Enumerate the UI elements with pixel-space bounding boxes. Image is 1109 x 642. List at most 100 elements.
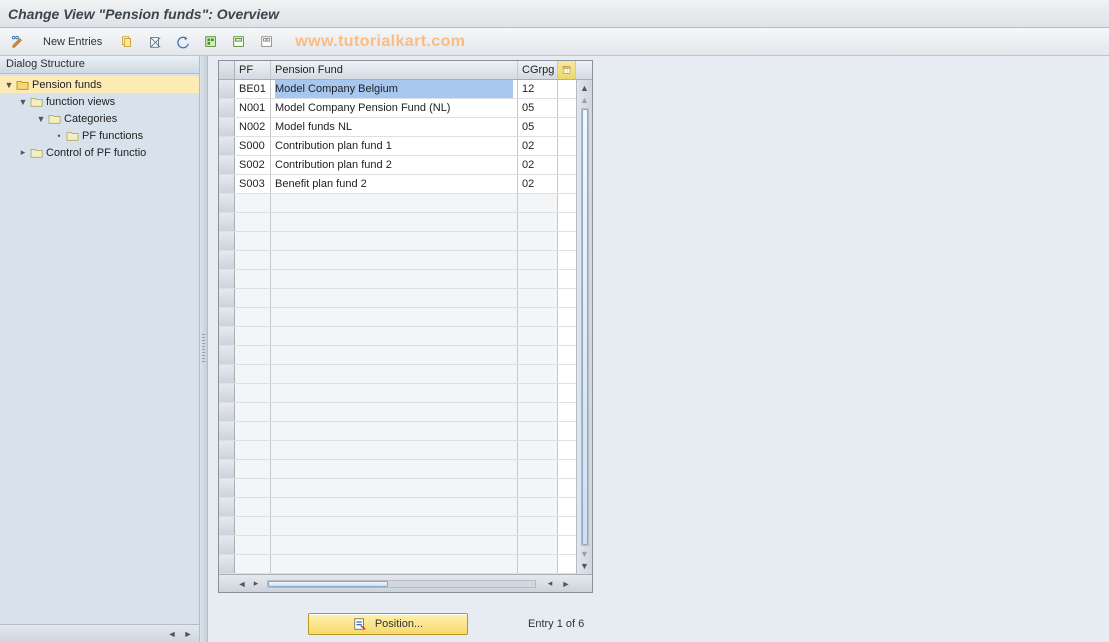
hscroll-track[interactable] [267,580,536,588]
cell-pension-fund[interactable] [271,479,518,497]
cell-cgrpg[interactable] [518,175,558,193]
cell-pension-fund[interactable] [271,422,518,440]
expand-icon[interactable]: ▸ [18,147,28,158]
cell-pension-fund[interactable] [271,289,518,307]
tree-scroll-left-button[interactable]: ◄ [165,627,179,641]
cell-pf[interactable] [235,137,271,155]
cell-cgrpg[interactable] [518,555,558,573]
col-right-button[interactable]: ◂ [543,577,557,591]
cell-pension-fund[interactable] [271,213,518,231]
pf-input[interactable] [239,156,266,174]
row-selector[interactable] [219,327,235,345]
cell-pension-fund[interactable] [271,346,518,364]
row-selector[interactable] [219,479,235,497]
scroll-up-button[interactable]: ▲ [579,82,591,94]
row-selector[interactable] [219,251,235,269]
row-selector[interactable] [219,365,235,383]
cell-pf[interactable] [235,289,271,307]
pf-input[interactable] [239,99,266,117]
cell-cgrpg[interactable] [518,346,558,364]
cell-cgrpg[interactable] [518,232,558,250]
position-button[interactable]: Position... [308,613,468,635]
cell-pension-fund[interactable] [271,251,518,269]
cell-pension-fund[interactable] [271,308,518,326]
grid-vscroll[interactable]: ▲ ▲ ▼ ▼ [576,80,592,574]
cell-pension-fund[interactable] [271,175,518,193]
row-selector[interactable] [219,536,235,554]
undo-button[interactable] [171,32,195,52]
cell-cgrpg[interactable] [518,137,558,155]
cell-pf[interactable] [235,175,271,193]
row-selector[interactable] [219,441,235,459]
cell-pension-fund[interactable] [271,365,518,383]
row-selector[interactable] [219,80,235,98]
pension-fund-input[interactable] [275,175,513,193]
row-selector[interactable] [219,156,235,174]
cell-pf[interactable] [235,194,271,212]
cell-pension-fund[interactable] [271,156,518,174]
cell-cgrpg[interactable] [518,213,558,231]
cell-pf[interactable] [235,327,271,345]
col-left-button[interactable]: ▸ [249,577,263,591]
page-up-button[interactable]: ▲ [579,94,591,106]
cell-pension-fund[interactable] [271,555,518,573]
pension-fund-input[interactable] [275,99,513,117]
cell-pension-fund[interactable] [271,441,518,459]
pension-fund-input[interactable] [275,118,513,136]
cell-pension-fund[interactable] [271,99,518,117]
vscroll-thumb[interactable] [582,109,588,545]
cell-cgrpg[interactable] [518,365,558,383]
cell-pf[interactable] [235,536,271,554]
cgrpg-input[interactable] [522,99,553,117]
cell-pension-fund[interactable] [271,194,518,212]
cell-pension-fund[interactable] [271,517,518,535]
cell-pf[interactable] [235,460,271,478]
cell-cgrpg[interactable] [518,289,558,307]
scroll-right-button[interactable]: ► [559,577,573,591]
splitter-handle[interactable] [200,56,208,642]
cell-cgrpg[interactable] [518,156,558,174]
cgrpg-input[interactable] [522,80,553,98]
row-selector[interactable] [219,346,235,364]
cell-pension-fund[interactable] [271,460,518,478]
cell-cgrpg[interactable] [518,498,558,516]
tree-item[interactable]: ▼function views [0,93,199,110]
row-selector[interactable] [219,555,235,573]
cell-pf[interactable] [235,80,271,98]
cell-pf[interactable] [235,99,271,117]
cell-pf[interactable] [235,232,271,250]
cell-cgrpg[interactable] [518,99,558,117]
copy-as-button[interactable] [115,32,139,52]
collapse-icon[interactable]: ▼ [4,80,14,90]
cgrpg-input[interactable] [522,118,553,136]
grid-col-cgrpg[interactable]: CGrpg [518,61,558,79]
tree-item[interactable]: ▼Categories [0,110,199,127]
row-selector[interactable] [219,194,235,212]
cell-pf[interactable] [235,384,271,402]
cell-pension-fund[interactable] [271,327,518,345]
cell-pension-fund[interactable] [271,384,518,402]
cell-pf[interactable] [235,251,271,269]
select-all-button[interactable] [199,32,223,52]
cell-pension-fund[interactable] [271,232,518,250]
row-selector[interactable] [219,308,235,326]
pf-input[interactable] [239,80,266,98]
cell-cgrpg[interactable] [518,80,558,98]
cell-pension-fund[interactable] [271,498,518,516]
cell-cgrpg[interactable] [518,308,558,326]
row-selector[interactable] [219,175,235,193]
row-selector[interactable] [219,137,235,155]
delete-button[interactable] [143,32,167,52]
cell-cgrpg[interactable] [518,194,558,212]
row-selector[interactable] [219,232,235,250]
grid-col-pension-fund[interactable]: Pension Fund [271,61,518,79]
vscroll-track[interactable] [581,108,589,546]
cell-cgrpg[interactable] [518,441,558,459]
deselect-all-button[interactable] [255,32,279,52]
grid-col-pf[interactable]: PF [235,61,271,79]
cell-pension-fund[interactable] [271,137,518,155]
cell-pf[interactable] [235,213,271,231]
cell-pf[interactable] [235,517,271,535]
cell-pf[interactable] [235,403,271,421]
page-down-button[interactable]: ▼ [579,548,591,560]
